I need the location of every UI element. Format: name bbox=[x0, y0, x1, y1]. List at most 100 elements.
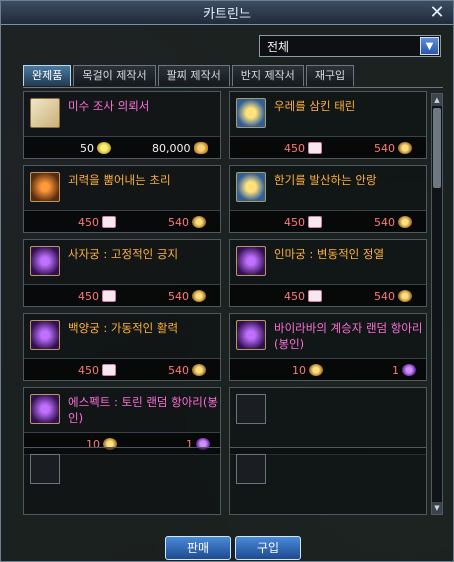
shop-item[interactable]: 괴력을 뿜어내는 초리 450 540 bbox=[23, 165, 221, 233]
item-name: 우레를 삼킨 태린 bbox=[274, 99, 356, 113]
purple-ring-icon bbox=[30, 320, 60, 350]
price-row: 50 80,000 bbox=[24, 136, 220, 158]
shop-item[interactable]: 백양궁 : 가동적인 활력 450 540 bbox=[23, 313, 221, 381]
price-secondary-value: 80,000 bbox=[152, 141, 191, 155]
price-primary: 450 bbox=[284, 288, 322, 304]
price-secondary: 540 bbox=[168, 214, 206, 230]
chevron-down-icon[interactable]: ▼ bbox=[420, 37, 439, 55]
shop-item[interactable]: 한기를 발산하는 안랑 450 540 bbox=[229, 165, 427, 233]
item-name: 에스펙트 : 토린 랜덤 항아리(봉인) bbox=[68, 395, 218, 425]
price-secondary-value: 540 bbox=[374, 215, 395, 229]
shop-item[interactable]: 우레를 삼킨 태린 450 540 bbox=[229, 91, 427, 159]
shop-item[interactable]: 미수 조사 의뢰서 50 80,000 bbox=[23, 91, 221, 159]
price-row: 450 540 bbox=[24, 210, 220, 232]
price-secondary-value: 540 bbox=[374, 289, 395, 303]
item-name: 미수 조사 의뢰서 bbox=[68, 99, 150, 113]
empty-item-slot bbox=[229, 447, 427, 515]
close-icon[interactable]: ✕ bbox=[427, 3, 447, 23]
gear-icon bbox=[398, 290, 412, 302]
price-secondary-value: 540 bbox=[168, 363, 189, 377]
item-name: 인마궁 : 변동적인 정열 bbox=[274, 247, 385, 261]
price-primary-value: 50 bbox=[80, 141, 94, 155]
price-secondary: 80,000 bbox=[152, 140, 208, 156]
tab-ring-recipes[interactable]: 반지 제작서 bbox=[231, 65, 304, 86]
envelope-icon bbox=[308, 142, 322, 154]
price-secondary-value: 540 bbox=[168, 289, 189, 303]
price-row: 450 540 bbox=[230, 210, 426, 232]
price-row: 10 1 bbox=[230, 358, 426, 380]
filter-value: 전체 bbox=[267, 39, 290, 54]
tab-bracelet-recipes[interactable]: 팔찌 제작서 bbox=[157, 65, 230, 86]
item-name: 바이라바의 계승자 랜덤 항아리(봉인) bbox=[274, 321, 423, 351]
orange-necklace-icon bbox=[30, 172, 60, 202]
item-list: 미수 조사 의뢰서 50 80,000 우레를 삼킨 태린 450 540 괴력… bbox=[23, 91, 427, 515]
price-primary: 10 bbox=[292, 362, 323, 378]
price-row: 450 540 bbox=[24, 358, 220, 380]
price-primary: 450 bbox=[78, 288, 116, 304]
tab-necklace-recipes[interactable]: 목걸이 제작서 bbox=[73, 65, 156, 86]
envelope-icon bbox=[308, 290, 322, 302]
empty-item-slot bbox=[23, 447, 221, 515]
purple-jar-icon bbox=[30, 394, 60, 424]
price-primary: 450 bbox=[284, 214, 322, 230]
envelope-icon bbox=[102, 290, 116, 302]
price-secondary: 540 bbox=[374, 214, 412, 230]
gear-icon bbox=[192, 364, 206, 376]
shop-item[interactable]: 바이라바의 계승자 랜덤 항아리(봉인) 10 1 bbox=[229, 313, 427, 381]
gear-icon bbox=[398, 142, 412, 154]
gold-bracelet-icon bbox=[236, 98, 266, 128]
shop-item[interactable]: 인마궁 : 변동적인 정열 450 540 bbox=[229, 239, 427, 307]
price-primary-value: 450 bbox=[284, 215, 305, 229]
scroll-up-icon[interactable]: ▲ bbox=[432, 94, 442, 106]
scroll-icon bbox=[30, 98, 60, 128]
tab-finished-goods[interactable]: 완제품 bbox=[23, 65, 72, 86]
price-primary-value: 450 bbox=[284, 289, 305, 303]
tab-divider bbox=[23, 87, 443, 88]
price-secondary-value: 1 bbox=[392, 363, 399, 377]
price-secondary: 540 bbox=[168, 362, 206, 378]
purple-ring-icon bbox=[236, 246, 266, 276]
tab-rebuy[interactable]: 재구입 bbox=[305, 65, 355, 86]
shop-item[interactable]: 에스펙트 : 토린 랜덤 항아리(봉인) 10 1 bbox=[23, 387, 221, 455]
category-tabs: 완제품 목걸이 제작서 팔찌 제작서 반지 제작서 재구입 bbox=[23, 65, 356, 87]
empty-slot-icon bbox=[236, 454, 266, 484]
filter-dropdown[interactable]: 전체 ▼ bbox=[259, 35, 441, 57]
gear-icon bbox=[192, 290, 206, 302]
gear-icon bbox=[192, 216, 206, 228]
price-secondary-value: 540 bbox=[374, 141, 395, 155]
price-primary: 450 bbox=[78, 362, 116, 378]
price-secondary: 540 bbox=[374, 288, 412, 304]
gold-bracelet-icon bbox=[236, 172, 266, 202]
price-primary: 450 bbox=[78, 214, 116, 230]
price-row: 450 540 bbox=[230, 136, 426, 158]
item-name: 사자궁 : 고정적인 긍지 bbox=[68, 247, 179, 261]
price-secondary: 1 bbox=[392, 362, 416, 378]
list-scrollbar[interactable]: ▲ ▼ bbox=[431, 93, 443, 515]
price-row: 450 540 bbox=[230, 284, 426, 306]
sell-button[interactable]: 판매 bbox=[165, 536, 231, 560]
price-primary-value: 450 bbox=[78, 289, 99, 303]
purple-jar-icon bbox=[236, 320, 266, 350]
price-primary-value: 450 bbox=[284, 141, 305, 155]
shop-item[interactable]: 사자궁 : 고정적인 긍지 450 540 bbox=[23, 239, 221, 307]
gear-icon bbox=[309, 364, 323, 376]
item-name: 백양궁 : 가동적인 활력 bbox=[68, 321, 179, 335]
price-primary-value: 450 bbox=[78, 215, 99, 229]
price-row: 450 540 bbox=[24, 284, 220, 306]
buy-button[interactable]: 구입 bbox=[235, 536, 301, 560]
gear-icon bbox=[398, 216, 412, 228]
price-primary: 450 bbox=[284, 140, 322, 156]
price-secondary: 540 bbox=[374, 140, 412, 156]
purple-ring-icon bbox=[30, 246, 60, 276]
scroll-thumb[interactable] bbox=[433, 108, 441, 188]
price-secondary: 540 bbox=[168, 288, 206, 304]
empty-slot-icon bbox=[30, 454, 60, 484]
price-secondary-value: 540 bbox=[168, 215, 189, 229]
envelope-icon bbox=[308, 216, 322, 228]
empty-slot-icon bbox=[236, 394, 266, 424]
item-name: 괴력을 뿜어내는 초리 bbox=[68, 173, 171, 187]
scroll-down-icon[interactable]: ▼ bbox=[432, 502, 442, 514]
price-primary: 50 bbox=[80, 140, 111, 156]
envelope-icon bbox=[102, 216, 116, 228]
envelope-icon bbox=[102, 364, 116, 376]
